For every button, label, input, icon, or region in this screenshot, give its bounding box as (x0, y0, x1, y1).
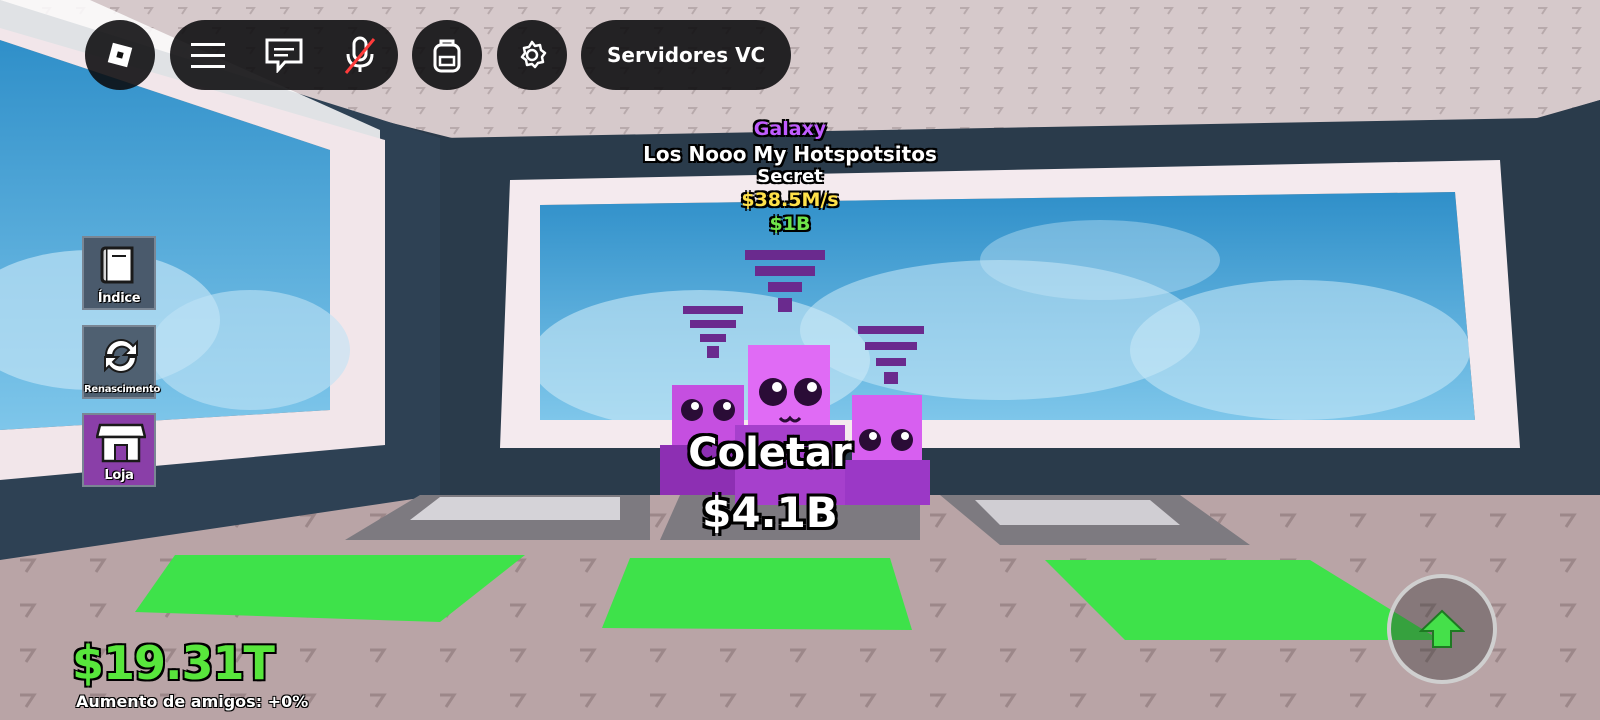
game-scene (0, 0, 1600, 720)
pet-name: Los Nooo My Hotspotsitos (643, 142, 937, 166)
microphone-muted-icon[interactable] (325, 20, 395, 90)
friend-boost-text: Aumento de amigos: +0% (76, 692, 309, 711)
sidebar-item-index[interactable]: Índice (82, 236, 156, 310)
chat-icon[interactable] (249, 20, 319, 90)
pet-rate: $38.5M/s (741, 189, 839, 211)
up-arrow-icon (1419, 609, 1465, 648)
roblox-logo-icon (85, 20, 155, 90)
money-counter: $19.31T (72, 636, 275, 690)
pet-price: $1B (769, 213, 811, 235)
top-menu-group (170, 20, 398, 90)
hamburger-menu-icon[interactable] (173, 20, 243, 90)
pet-tier: Secret (757, 166, 823, 187)
sidebar-item-rebirth[interactable]: Renascimento (82, 325, 161, 399)
backpack-icon (412, 20, 482, 90)
book-icon (100, 246, 134, 284)
collect-pad-center[interactable] (602, 558, 912, 630)
settings-button[interactable] (497, 20, 567, 90)
roblox-menu-button[interactable] (85, 20, 155, 90)
shop-icon (96, 423, 146, 463)
jump-button[interactable] (1387, 574, 1497, 684)
sidebar-item-label: Loja (104, 468, 134, 483)
backpack-button[interactable] (412, 20, 482, 90)
pet-rarity: Galaxy (753, 118, 827, 140)
sidebar-item-label: Renascimento (84, 384, 161, 395)
sidebar-item-shop[interactable]: Loja (82, 413, 156, 487)
voice-servers-label: Servidores VC (607, 43, 766, 67)
voice-servers-button[interactable]: Servidores VC (581, 20, 792, 90)
collect-amount: $4.1B (702, 488, 838, 537)
rebirth-icon (104, 339, 138, 373)
collect-label[interactable]: Coletar (640, 430, 900, 476)
gear-icon (497, 20, 567, 90)
sidebar-item-label: Índice (97, 291, 141, 306)
